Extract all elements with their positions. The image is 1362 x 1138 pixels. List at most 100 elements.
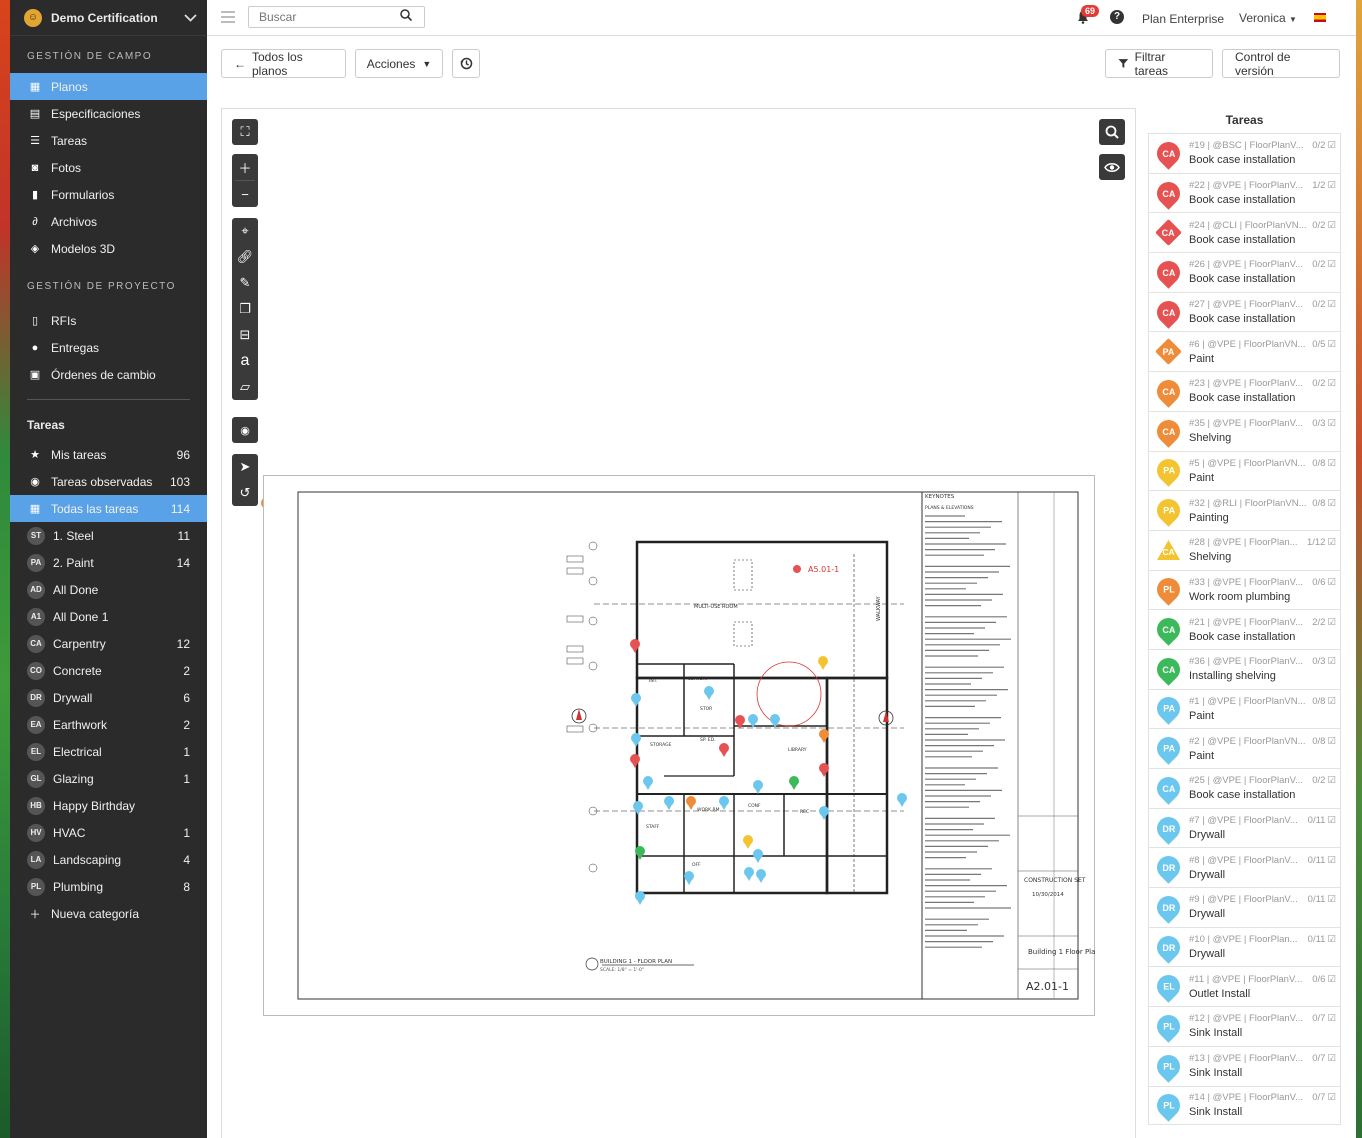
undo-icon[interactable]: ↺ [232,480,258,506]
category-item[interactable]: A1 All Done 1 [10,603,207,630]
sidebar-item-fotos[interactable]: ◙ Fotos [10,154,207,181]
task-marker[interactable] [818,656,828,670]
task-marker[interactable] [744,867,754,881]
zoom-out-icon[interactable]: − [232,181,258,207]
sidebar-item-formularios[interactable]: ▮ Formularios [10,181,207,208]
task-row[interactable]: CA #19 | @BSC | FloorPlanV... 0/2 ☑ Book cas… [1148,133,1341,173]
spain-flag-icon[interactable] [1314,13,1326,22]
task-row[interactable]: CA #21 | @VPE | FloorPlanV... 2/2 ☑ Book cas… [1148,609,1341,649]
task-marker[interactable] [743,835,753,849]
task-row[interactable]: CA #24 | @CLI | FloorPlanVN... 0/2 ☑ Book ca… [1148,212,1341,253]
category-item[interactable]: AD All Done [10,576,207,603]
task-row[interactable]: PA #5 | @VPE | FloorPlanVN... 0/8 ☑ Paint [1148,450,1341,491]
search-icon[interactable] [400,9,412,21]
fullscreen-icon[interactable]: ⛶ [232,119,258,145]
ruler-icon[interactable]: ▱ [232,374,258,400]
task-row[interactable]: PL #14 | @VPE | FloorPlanV... 0/7 ☑ Sink Ins… [1148,1085,1341,1126]
task-row[interactable]: DR #9 | @VPE | FloorPlanV... 0/11 ☑ Drywall [1148,887,1341,927]
sidebar-item-project-2[interactable]: ▣ Órdenes de cambio [10,361,207,388]
eye-icon[interactable] [1099,154,1125,180]
task-row[interactable]: PA #6 | @VPE | FloorPlanVN... 0/5 ☑ Paint [1148,331,1341,372]
cursor-icon[interactable]: ➤ [232,454,258,480]
task-marker[interactable] [686,796,696,810]
actions-dropdown[interactable]: Acciones ▼ [355,49,443,78]
task-row[interactable]: CA #23 | @VPE | FloorPlanV... 0/2 ☑ Book cas… [1148,371,1341,411]
task-marker[interactable] [719,796,729,810]
chevron-down-icon[interactable] [184,11,197,25]
task-marker[interactable] [719,743,729,757]
task-marker[interactable] [635,891,645,905]
all-plans-button[interactable]: ← Todos los planos [221,49,346,78]
task-marker[interactable] [753,780,763,794]
sidebar-item-archivos[interactable]: ∂ Archivos [10,208,207,235]
task-marker[interactable] [664,796,674,810]
task-marker[interactable] [789,776,799,790]
task-filter-1[interactable]: ◉ Tareas observadas 103 [10,468,207,495]
link-icon[interactable]: 🔗︎ [232,244,258,270]
sidebar-item-project-0[interactable]: ▯ RFIs [10,307,207,334]
pencil-icon[interactable]: ✎ [232,270,258,296]
user-menu[interactable]: Veronica ▼ [1239,11,1297,25]
task-row[interactable]: CA #27 | @VPE | FloorPlanV... 0/2 ☑ Book cas… [1148,291,1341,332]
task-row[interactable]: DR #8 | @VPE | FloorPlanV... 0/11 ☑ Drywall [1148,847,1341,888]
category-item[interactable]: ST 1. Steel 11 [10,522,207,549]
new-category-button[interactable]: ＋ Nueva categoría [10,900,207,927]
filter-tasks-button[interactable]: Filtrar tareas [1105,49,1213,78]
task-row[interactable]: CA #36 | @VPE | FloorPlanV... 0/3 ☑ Installi… [1148,648,1341,689]
text-icon[interactable]: a [232,348,258,374]
search-icon[interactable] [1099,119,1125,145]
task-marker[interactable] [756,869,766,883]
search-input[interactable] [248,6,425,28]
layers-icon[interactable]: ◉ [232,417,258,443]
shapes-icon[interactable]: ❐ [232,296,258,322]
category-item[interactable]: EL Electrical 1 [10,738,207,765]
task-row[interactable]: CA #22 | @VPE | FloorPlanV... 1/2 ☑ Book cas… [1148,172,1341,213]
task-marker[interactable] [735,715,745,729]
task-marker[interactable] [643,776,653,790]
task-marker[interactable] [684,871,694,885]
category-item[interactable]: PA 2. Paint 14 [10,549,207,576]
toolbox-icon[interactable]: ⊟ [232,322,258,348]
task-row[interactable]: DR #7 | @VPE | FloorPlanV... 0/11 ☑ Drywall [1148,807,1341,848]
sidebar-item-especificaciones[interactable]: ▤ Especificaciones [10,100,207,127]
category-item[interactable]: GL Glazing 1 [10,765,207,792]
category-item[interactable]: CA Carpentry 12 [10,630,207,657]
category-item[interactable]: DR Drywall 6 [10,684,207,711]
zoom-in-icon[interactable]: ＋ [232,154,258,180]
task-marker[interactable] [633,801,643,815]
category-item[interactable]: CO Concrete 2 [10,657,207,684]
task-row[interactable]: CA #35 | @VPE | FloorPlanV... 0/3 ☑ Shelving [1148,410,1341,451]
menu-icon[interactable] [221,11,235,23]
category-item[interactable]: EA Earthwork 2 [10,711,207,738]
sidebar-item-tareas[interactable]: ☰ Tareas [10,127,207,154]
sidebar-item-planos[interactable]: ▦ Planos [10,73,207,100]
task-filter-0[interactable]: ★ Mis tareas 96 [10,441,207,468]
task-marker[interactable] [704,686,714,700]
task-row[interactable]: CA #26 | @VPE | FloorPlanV... 0/2 ☑ Book cas… [1148,252,1341,292]
task-row[interactable]: PA #2 | @VPE | FloorPlanVN... 0/8 ☑ Paint [1148,728,1341,768]
task-row[interactable]: PA #32 | @RLI | FloorPlanVN... 0/8 ☑ Paintin… [1148,490,1341,530]
version-control-button[interactable]: Control de versión [1222,49,1340,78]
plan-viewer[interactable]: ⛶ ＋ − ⌖ 🔗︎ ✎ ❐ ⊟ a ▱ ◉ ➤ ↺ CA [221,108,1136,1138]
task-marker[interactable] [897,793,907,807]
pin-icon[interactable]: ⌖ [232,218,258,244]
task-row[interactable]: CA #28 | @VPE | FloorPlan... 1/12 ☑ Shelving [1148,529,1341,570]
category-item[interactable]: PL Plumbing 8 [10,873,207,900]
task-row[interactable]: EL #11 | @VPE | FloorPlanV... 0/6 ☑ Outlet I… [1148,966,1341,1007]
task-marker[interactable] [631,693,641,707]
sidebar-item-project-1[interactable]: ● Entregas [10,334,207,361]
task-marker[interactable] [753,849,763,863]
help-icon[interactable]: ? [1110,10,1124,24]
task-marker[interactable] [631,733,641,747]
task-filter-2[interactable]: ▦ Todas las tareas 114 [10,495,207,522]
task-marker[interactable] [630,754,640,768]
task-row[interactable]: DR #10 | @VPE | FloorPlan... 0/11 ☑ Drywall [1148,926,1341,967]
task-row[interactable]: PA #1 | @VPE | FloorPlanVN... 0/8 ☑ Paint [1148,688,1341,729]
task-marker[interactable] [630,639,640,653]
task-row[interactable]: PL #13 | @VPE | FloorPlanV... 0/7 ☑ Sink Ins… [1148,1045,1341,1086]
task-row[interactable]: CA #25 | @VPE | FloorPlanV... 0/2 ☑ Book cas… [1148,768,1341,808]
category-item[interactable]: HB Happy Birthday [10,792,207,819]
project-selector[interactable]: ☺ Demo Certification [10,0,207,36]
sidebar-item-modelos-3d[interactable]: ◈ Modelos 3D [10,235,207,262]
task-row[interactable]: PL #33 | @VPE | FloorPlanV... 0/6 ☑ Work roo… [1148,569,1341,610]
